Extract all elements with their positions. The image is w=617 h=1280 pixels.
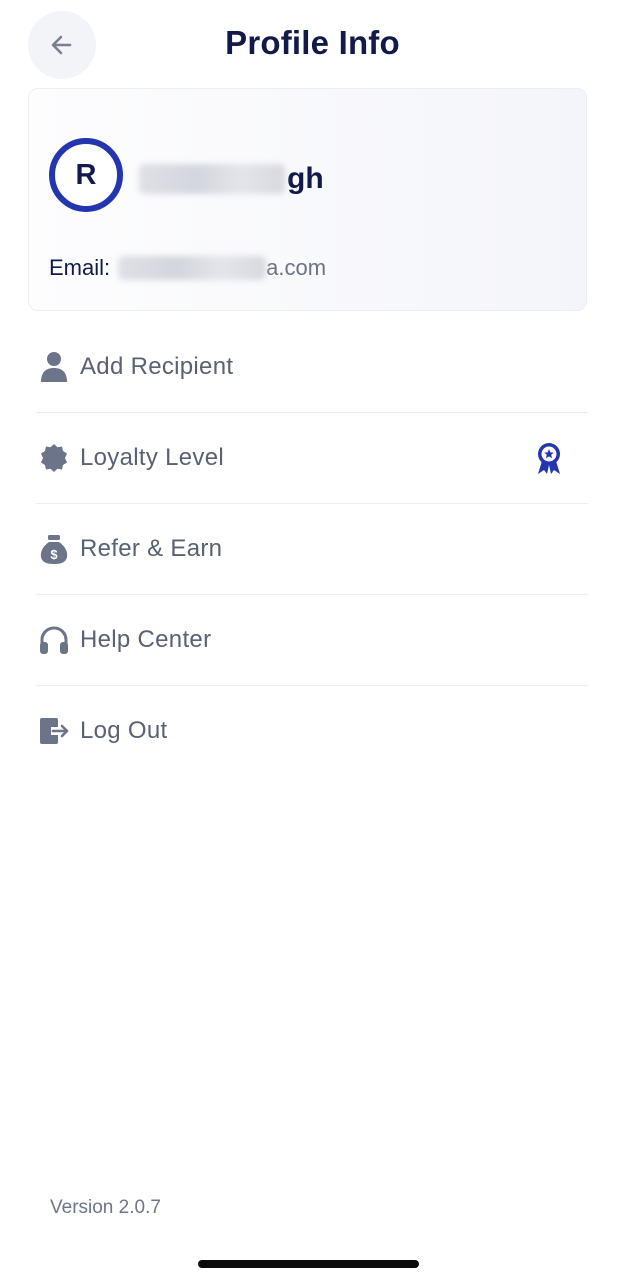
menu-label: Refer & Earn — [80, 535, 223, 562]
name-redacted-blur — [139, 164, 285, 194]
avatar: R — [49, 138, 123, 212]
menu-label: Help Center — [80, 626, 212, 653]
menu-item-loyalty-level[interactable]: Loyalty Level — [36, 413, 588, 504]
menu-item-add-recipient[interactable]: Add Recipient — [36, 322, 588, 413]
menu-label: Add Recipient — [80, 353, 234, 380]
name-visible-text: gh — [287, 162, 324, 195]
profile-name: gh — [139, 159, 324, 199]
menu-label: Loyalty Level — [80, 444, 224, 471]
award-ribbon-icon — [538, 443, 560, 474]
email-label: Email: — [49, 255, 111, 280]
email-row: Email: a.com — [49, 255, 326, 281]
money-bag-icon: $ — [36, 531, 72, 567]
badge-icon — [36, 440, 72, 476]
email-redacted-blur — [118, 256, 267, 280]
header: Profile Info — [0, 0, 617, 88]
app-version: Version 2.0.7 — [50, 1197, 161, 1218]
headphones-icon — [36, 622, 72, 658]
menu-item-log-out[interactable]: Log Out — [36, 686, 588, 776]
home-indicator[interactable] — [198, 1260, 419, 1268]
person-icon — [36, 349, 72, 385]
email-visible-text: a.com — [266, 255, 327, 280]
page-title: Profile Info — [225, 24, 400, 61]
logout-icon — [36, 713, 72, 749]
menu-list: Add Recipient Loyalty Level $ Refer & Ea… — [36, 322, 588, 776]
profile-card: R gh Email: a.com — [28, 88, 587, 311]
menu-item-refer-earn[interactable]: $ Refer & Earn — [36, 504, 588, 595]
menu-label: Log Out — [80, 717, 168, 744]
svg-text:$: $ — [50, 547, 58, 562]
menu-item-help-center[interactable]: Help Center — [36, 595, 588, 686]
